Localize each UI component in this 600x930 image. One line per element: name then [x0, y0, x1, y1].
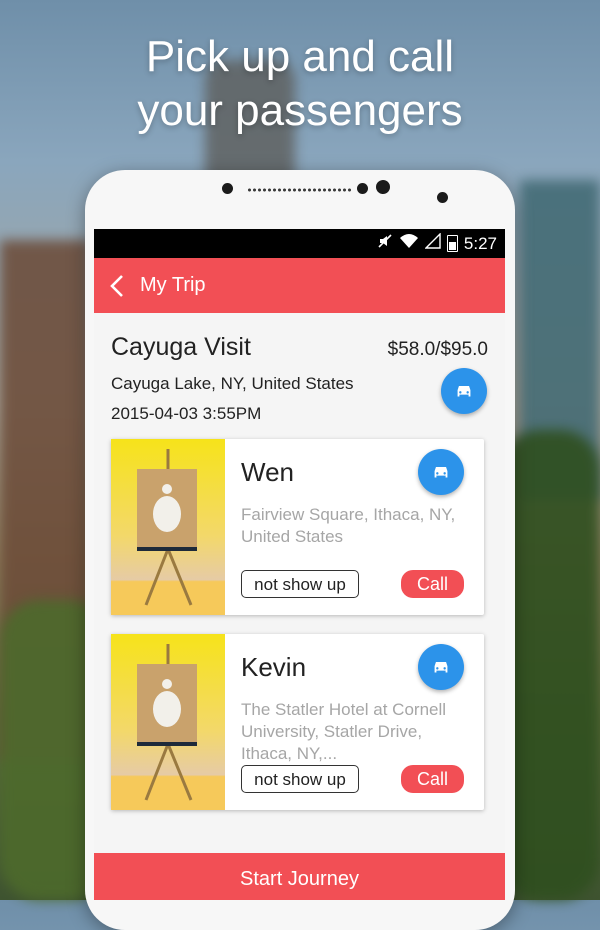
- wifi-icon: [399, 233, 419, 254]
- phone-screen: 5:27 My Trip Cayuga Visit $58.0/$95.0 Ca…: [94, 229, 505, 900]
- back-button[interactable]: [94, 258, 140, 313]
- phone-sensor-dot: [357, 183, 368, 194]
- call-button[interactable]: Call: [401, 765, 464, 793]
- passenger-address: The Statler Hotel at Cornell University,…: [241, 700, 447, 763]
- not-show-up-button[interactable]: not show up: [241, 570, 359, 598]
- app-bar: My Trip: [94, 258, 505, 313]
- car-icon: [434, 661, 448, 673]
- mute-icon: [377, 233, 393, 254]
- not-show-up-button[interactable]: not show up: [241, 765, 359, 793]
- signal-icon: [424, 232, 441, 254]
- passenger-card: Wen Fairview Square, Ithaca, NY, United …: [111, 439, 484, 615]
- trip-location: Cayuga Lake, NY, United States: [111, 374, 354, 393]
- passenger-navigate-button[interactable]: [418, 644, 464, 690]
- passenger-photo: [111, 439, 225, 615]
- chevron-left-icon: [110, 274, 123, 297]
- car-icon: [434, 466, 448, 478]
- battery-icon: [446, 235, 458, 252]
- status-time: 5:27: [463, 233, 497, 253]
- phone-speaker-grille: [247, 186, 351, 194]
- status-bar: 5:27: [94, 229, 505, 258]
- promo-headline: Pick up and call your passengers: [0, 30, 600, 138]
- start-journey-button[interactable]: Start Journey: [94, 853, 505, 900]
- trip-name: Cayuga Visit: [111, 333, 251, 361]
- passenger-name: Wen: [241, 457, 294, 487]
- headline-line-1: Pick up and call: [145, 32, 455, 81]
- passenger-photo: [111, 634, 225, 810]
- passenger-navigate-button[interactable]: [418, 449, 464, 495]
- passenger-name: Kevin: [241, 652, 307, 682]
- passenger-card: Kevin The Statler Hotel at Cornell Unive…: [111, 634, 484, 810]
- trip-datetime: 2015-04-03 3:55PM: [111, 404, 262, 423]
- call-button[interactable]: Call: [401, 570, 464, 598]
- background-trees-right: [500, 430, 600, 900]
- phone-sensor-dot: [222, 183, 233, 194]
- phone-proximity-sensor: [437, 192, 448, 203]
- trip-navigate-button[interactable]: [441, 368, 487, 414]
- passenger-address: Fairview Square, Ithaca, NY, United Stat…: [241, 505, 456, 546]
- headline-line-2: your passengers: [137, 86, 463, 135]
- car-icon: [457, 385, 471, 397]
- trip-price: $58.0/$95.0: [387, 339, 488, 360]
- page-title: My Trip: [140, 274, 206, 296]
- phone-front-camera: [376, 180, 390, 194]
